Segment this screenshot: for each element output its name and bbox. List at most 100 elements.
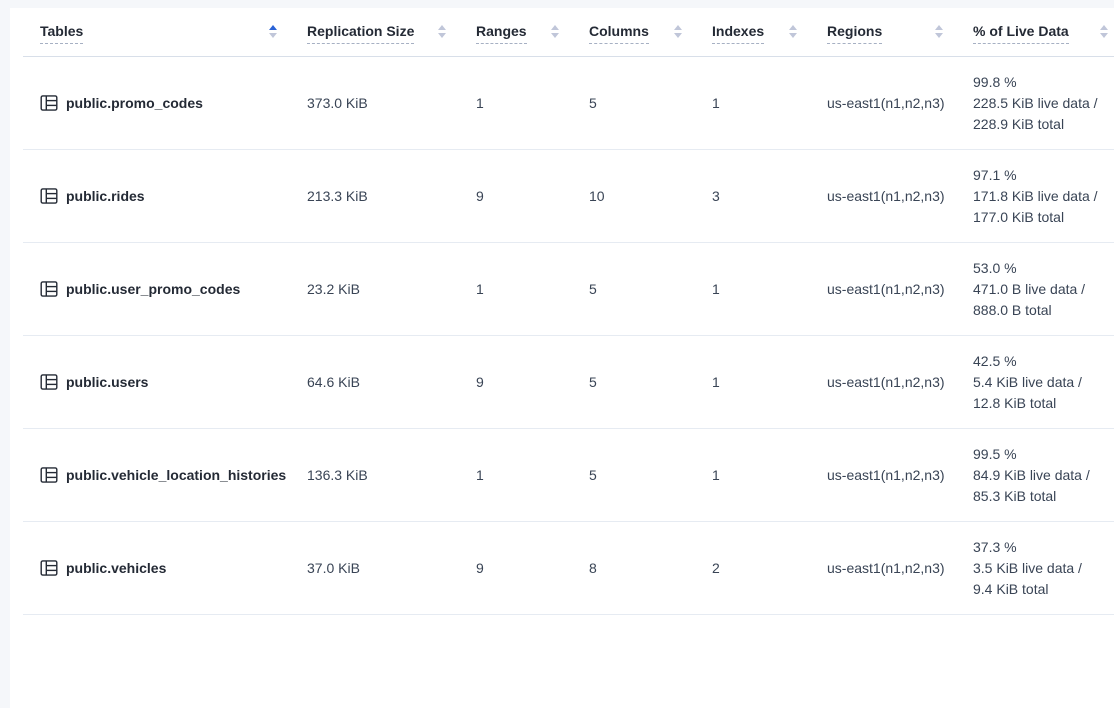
replication-size-cell: 23.2 KiB: [287, 243, 456, 336]
live-data-amount: 228.5 KiB live data /: [973, 93, 1114, 114]
caret-down-icon: [935, 33, 943, 38]
total-data-amount: 12.8 KiB total: [973, 393, 1114, 414]
sort-icon[interactable]: [551, 25, 559, 38]
column-header-regions[interactable]: Regions: [807, 8, 953, 57]
live-data-cell: 97.1 % 171.8 KiB live data / 177.0 KiB t…: [953, 150, 1114, 243]
sort-icon[interactable]: [674, 25, 682, 38]
database-tables-table: Tables Replication Size Ranges: [23, 8, 1114, 615]
live-data-amount: 171.8 KiB live data /: [973, 186, 1114, 207]
columns-cell: 5: [569, 336, 692, 429]
column-header-replication-size[interactable]: Replication Size: [287, 8, 456, 57]
column-header-columns[interactable]: Columns: [569, 8, 692, 57]
total-data-amount: 228.9 KiB total: [973, 114, 1114, 135]
column-label: Regions: [827, 23, 882, 44]
table-row[interactable]: public.promo_codes 373.0 KiB 1 5 1 us-ea…: [23, 57, 1114, 150]
live-data-percent: 97.1 %: [973, 165, 1114, 186]
replication-size-cell: 373.0 KiB: [287, 57, 456, 150]
table-row[interactable]: public.users 64.6 KiB 9 5 1 us-east1(n1,…: [23, 336, 1114, 429]
regions-cell: us-east1(n1,n2,n3): [807, 429, 953, 522]
table-name: public.rides: [66, 188, 145, 204]
live-data-cell: 42.5 % 5.4 KiB live data / 12.8 KiB tota…: [953, 336, 1114, 429]
caret-down-icon: [1100, 33, 1108, 38]
live-data-percent: 53.0 %: [973, 258, 1114, 279]
live-data-percent: 37.3 %: [973, 537, 1114, 558]
caret-down-icon: [674, 33, 682, 38]
table-name-cell[interactable]: public.promo_codes: [23, 57, 287, 150]
table-grid-icon: [40, 466, 58, 484]
replication-size-cell: 37.0 KiB: [287, 522, 456, 615]
table-row[interactable]: public.vehicle_location_histories 136.3 …: [23, 429, 1114, 522]
table-header-row: Tables Replication Size Ranges: [23, 8, 1114, 57]
columns-cell: 5: [569, 429, 692, 522]
indexes-cell: 1: [692, 57, 807, 150]
ranges-cell: 9: [456, 150, 569, 243]
column-header-indexes[interactable]: Indexes: [692, 8, 807, 57]
sort-icon[interactable]: [1100, 25, 1108, 38]
live-data-amount: 471.0 B live data /: [973, 279, 1114, 300]
columns-cell: 10: [569, 150, 692, 243]
column-label: Indexes: [712, 23, 764, 44]
table-name-cell[interactable]: public.user_promo_codes: [23, 243, 287, 336]
caret-up-icon: [789, 25, 797, 30]
caret-down-icon: [789, 33, 797, 38]
caret-up-icon: [1100, 25, 1108, 30]
live-data-amount: 3.5 KiB live data /: [973, 558, 1114, 579]
column-label: Tables: [40, 23, 83, 44]
caret-up-icon: [935, 25, 943, 30]
sort-icon[interactable]: [935, 25, 943, 38]
live-data-cell: 99.8 % 228.5 KiB live data / 228.9 KiB t…: [953, 57, 1114, 150]
table-grid-icon: [40, 187, 58, 205]
indexes-cell: 1: [692, 336, 807, 429]
table-name: public.promo_codes: [66, 95, 203, 111]
caret-up-icon: [438, 25, 446, 30]
caret-up-icon: [674, 25, 682, 30]
column-label: % of Live Data: [973, 23, 1069, 44]
live-data-cell: 53.0 % 471.0 B live data / 888.0 B total: [953, 243, 1114, 336]
regions-cell: us-east1(n1,n2,n3): [807, 336, 953, 429]
table-name-cell[interactable]: public.users: [23, 336, 287, 429]
indexes-cell: 2: [692, 522, 807, 615]
table-row[interactable]: public.vehicles 37.0 KiB 9 8 2 us-east1(…: [23, 522, 1114, 615]
table-row[interactable]: public.user_promo_codes 23.2 KiB 1 5 1 u…: [23, 243, 1114, 336]
regions-cell: us-east1(n1,n2,n3): [807, 243, 953, 336]
column-header-ranges[interactable]: Ranges: [456, 8, 569, 57]
total-data-amount: 177.0 KiB total: [973, 207, 1114, 228]
column-label: Ranges: [476, 23, 527, 44]
total-data-amount: 9.4 KiB total: [973, 579, 1114, 600]
table-name: public.user_promo_codes: [66, 281, 240, 297]
indexes-cell: 1: [692, 243, 807, 336]
sort-icon[interactable]: [438, 25, 446, 38]
table-grid-icon: [40, 373, 58, 391]
replication-size-cell: 64.6 KiB: [287, 336, 456, 429]
column-header-live-data[interactable]: % of Live Data: [953, 8, 1114, 57]
columns-cell: 8: [569, 522, 692, 615]
regions-cell: us-east1(n1,n2,n3): [807, 522, 953, 615]
live-data-amount: 5.4 KiB live data /: [973, 372, 1114, 393]
table-name: public.vehicles: [66, 560, 166, 576]
ranges-cell: 1: [456, 429, 569, 522]
ranges-cell: 9: [456, 336, 569, 429]
replication-size-cell: 136.3 KiB: [287, 429, 456, 522]
sort-icon[interactable]: [269, 25, 277, 38]
column-label: Columns: [589, 23, 649, 44]
columns-cell: 5: [569, 243, 692, 336]
sort-icon[interactable]: [789, 25, 797, 38]
table-name-cell[interactable]: public.vehicle_location_histories: [23, 429, 287, 522]
table-name-cell[interactable]: public.rides: [23, 150, 287, 243]
caret-down-icon: [551, 33, 559, 38]
ranges-cell: 9: [456, 522, 569, 615]
live-data-percent: 99.5 %: [973, 444, 1114, 465]
tables-list-card: Tables Replication Size Ranges: [10, 8, 1114, 708]
column-header-tables[interactable]: Tables: [23, 8, 287, 57]
ranges-cell: 1: [456, 243, 569, 336]
live-data-percent: 42.5 %: [973, 351, 1114, 372]
total-data-amount: 888.0 B total: [973, 300, 1114, 321]
caret-down-icon: [269, 33, 277, 38]
table-grid-icon: [40, 280, 58, 298]
table-name-cell[interactable]: public.vehicles: [23, 522, 287, 615]
table-grid-icon: [40, 94, 58, 112]
caret-down-icon: [438, 33, 446, 38]
table-row[interactable]: public.rides 213.3 KiB 9 10 3 us-east1(n…: [23, 150, 1114, 243]
replication-size-cell: 213.3 KiB: [287, 150, 456, 243]
column-label: Replication Size: [307, 23, 414, 44]
